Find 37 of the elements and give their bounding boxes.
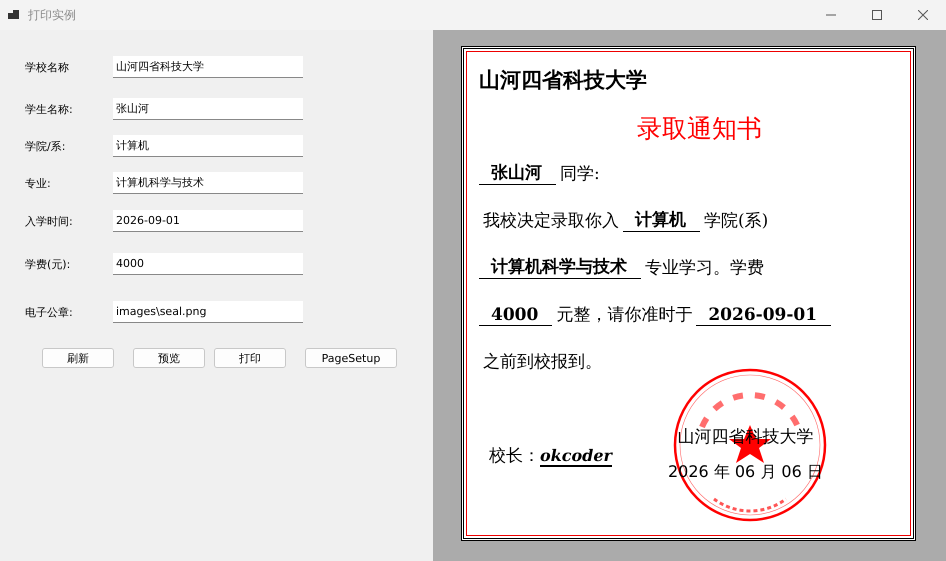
letter-text: 我校决定录取你入 xyxy=(482,210,620,232)
letter-text: 同学: xyxy=(559,163,601,185)
close-icon[interactable] xyxy=(918,10,928,20)
filled-blank: 2026-09-01 xyxy=(696,305,832,326)
maximize-icon[interactable] xyxy=(872,10,882,20)
input-field[interactable]: 计算机 xyxy=(113,135,303,157)
letter-text: 之前到校报到。 xyxy=(482,351,603,373)
notice-heading: 录取通知书 xyxy=(637,114,762,143)
input-field[interactable]: 2026-09-01 xyxy=(113,210,303,232)
action-button[interactable]: 打印 xyxy=(214,348,286,368)
field-label: 学院/系: xyxy=(25,138,66,154)
filled-blank: 计算机科学与技术 xyxy=(479,255,641,279)
principal-signature: okcoder xyxy=(540,446,612,467)
letter-text: 元整，请你准时于 xyxy=(555,304,694,326)
filled-blank: 4000 xyxy=(479,305,552,326)
app-icon xyxy=(8,9,20,21)
action-button[interactable]: 预览 xyxy=(133,348,205,368)
field-label: 学生名称: xyxy=(25,102,74,116)
action-button[interactable]: 刷新 xyxy=(42,348,114,368)
filled-blank: 计算机 xyxy=(623,208,700,232)
field-label: 入学时间: xyxy=(25,214,74,228)
letter-text: 学院(系) xyxy=(703,210,770,232)
letter-text: 专业学习。学费 xyxy=(644,257,765,279)
action-button[interactable]: PageSetup xyxy=(305,348,397,368)
input-field[interactable]: 张山河 xyxy=(113,98,303,120)
window-title: 打印实例 xyxy=(28,6,76,24)
field-label: 学校名称 xyxy=(25,60,70,74)
input-field[interactable]: 山河四省科技大学 xyxy=(113,56,303,78)
field-label: 学费(元): xyxy=(25,256,72,272)
school-name: 山河四省科技大学 xyxy=(479,66,648,94)
input-field[interactable]: 4000 xyxy=(113,253,303,275)
input-field[interactable]: 计算机科学与技术 xyxy=(113,172,303,194)
field-label: 专业: xyxy=(25,176,52,190)
principal-label: 校长： xyxy=(489,445,540,467)
filled-blank: 张山河 xyxy=(479,161,556,185)
field-label: 电子公章: xyxy=(25,304,74,320)
input-field[interactable]: images\seal.png xyxy=(113,301,303,323)
